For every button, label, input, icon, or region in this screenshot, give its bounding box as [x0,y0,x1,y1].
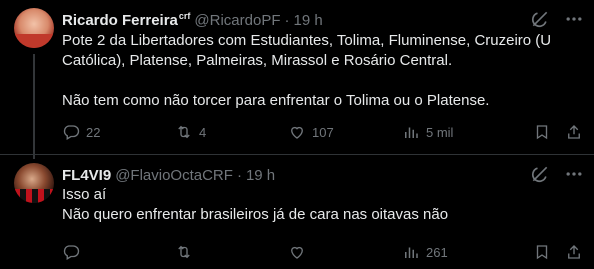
reply-button[interactable] [62,242,86,262]
avatar-shirt [14,34,54,48]
repost-icon [175,243,193,261]
tweet-text-line: Pote 2 da Libertadores com Estudiantes, … [62,32,552,49]
author-handle[interactable]: @FlavioOctaCRF [115,167,233,184]
avatar[interactable] [14,8,54,48]
grok-icon[interactable] [530,164,550,184]
action-bar: 261 [62,242,584,262]
views-button[interactable]: 5 mil [402,122,453,142]
like-button[interactable]: 107 [288,122,334,142]
like-icon [288,243,306,261]
views-button[interactable]: 261 [402,242,448,262]
like-button[interactable] [288,242,312,262]
author-name[interactable]: Ricardo Ferreira [62,12,178,29]
avatar[interactable] [14,163,54,203]
tweet-text-line: Não quero enfrentar brasileiros já de ca… [62,206,449,223]
views-icon [402,243,420,261]
share-icon [565,243,583,261]
like-count: 107 [312,124,334,140]
more-icon[interactable] [564,164,584,184]
like-icon [288,123,306,141]
tweet[interactable]: Ricardo Ferreira crf @RicardoPF · 19 h P… [0,0,594,159]
tweet-text-line: Não tem como não torcer para enfrentar o… [62,92,490,109]
share-button[interactable] [565,122,583,142]
timestamp[interactable]: 19 h [294,12,323,29]
avatar-shirt [14,189,54,203]
views-count: 5 mil [426,124,454,140]
tweet-text-line: Católica), Platense, Palmeiras, Mirassol… [62,52,453,69]
views-icon [402,123,420,141]
repost-count: 4 [199,124,207,140]
bookmark-button[interactable] [533,122,551,142]
grok-icon[interactable] [530,9,550,29]
bookmark-button[interactable] [533,242,551,262]
repost-icon [175,123,193,141]
views-count: 261 [426,244,448,260]
separator-dot: · [236,166,242,184]
affiliation-badge[interactable]: crf [179,11,191,21]
author-handle[interactable]: @RicardoPF [194,12,280,29]
tweet-header: Ricardo Ferreira crf @RicardoPF · 19 h [62,10,323,30]
tweet-text: Isso aí Não quero enfrentar brasileiros … [62,185,582,225]
bookmark-icon [533,243,551,261]
timestamp[interactable]: 19 h [246,167,275,184]
tweet[interactable]: FL4VI9 @FlavioOctaCRF · 19 h Isso aí Não… [0,155,594,269]
reply-count: 22 [86,124,101,140]
tweet-top-icons [530,164,584,184]
author-name[interactable]: FL4VI9 [62,167,111,184]
bookmark-icon [533,123,551,141]
repost-button[interactable]: 4 [175,122,206,142]
action-bar: 22 4 107 5 mil [62,122,584,142]
share-icon [565,123,583,141]
tweet-text-line: Isso aí [62,186,107,203]
separator-dot: · [284,11,290,29]
reply-button[interactable]: 22 [62,122,100,142]
share-button[interactable] [565,242,583,262]
reply-icon [62,123,80,141]
tweet-text: Pote 2 da Libertadores com Estudiantes, … [62,31,582,111]
more-icon[interactable] [564,9,584,29]
reply-icon [62,243,80,261]
tweet-header: FL4VI9 @FlavioOctaCRF · 19 h [62,165,275,185]
repost-button[interactable] [175,242,199,262]
thread-line [33,54,35,159]
tweet-top-icons [530,9,584,29]
